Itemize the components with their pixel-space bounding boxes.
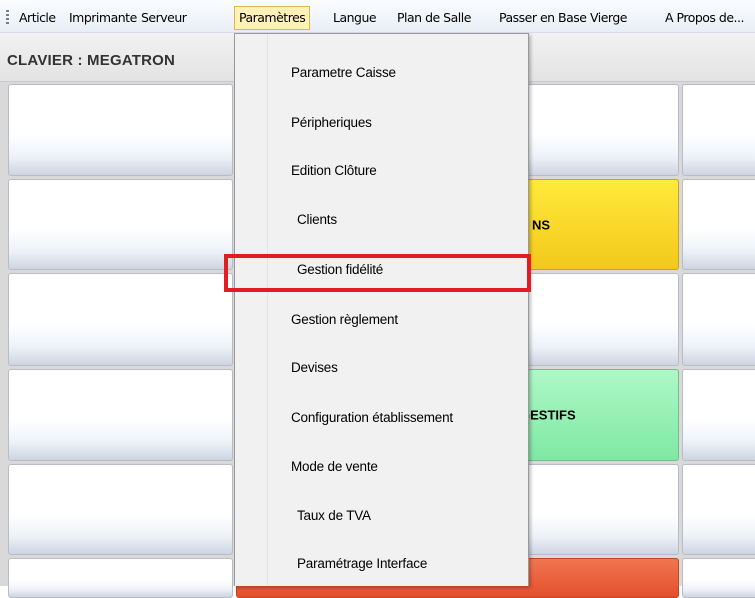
menu-item-parametre-caisse[interactable]: Parametre Caisse <box>291 62 396 84</box>
menu-parametres[interactable]: Paramètres <box>234 6 311 30</box>
keyboard-key[interactable] <box>8 369 233 461</box>
menu-plan-de-salle[interactable]: Plan de Salle <box>394 9 474 27</box>
keyboard-key[interactable] <box>682 179 755 270</box>
menu-imprimante[interactable]: Imprimante <box>66 9 140 27</box>
menu-item-gestion-reglement[interactable]: Gestion règlement <box>291 309 398 331</box>
keyboard-key[interactable] <box>8 464 233 555</box>
menu-item-configuration-etablissement[interactable]: Configuration établissement <box>291 407 453 429</box>
keyboard-key[interactable] <box>682 273 755 366</box>
menu-serveur[interactable]: Serveur <box>138 9 189 27</box>
grip-handle-icon[interactable] <box>6 10 9 24</box>
menu-item-clients[interactable]: Clients <box>297 209 337 231</box>
menu-langue[interactable]: Langue <box>330 9 379 27</box>
menu-item-edition-cloture[interactable]: Edition Clôture <box>291 160 377 182</box>
menu-icon-strip <box>235 34 268 586</box>
menu-article[interactable]: Article <box>16 9 59 27</box>
menu-item-devises[interactable]: Devises <box>291 357 338 379</box>
keyboard-key[interactable] <box>682 84 755 176</box>
parametres-dropdown-menu: Parametre Caisse Péripheriques Edition C… <box>234 33 529 586</box>
menu-item-taux-de-tva[interactable]: Taux de TVA <box>297 505 371 527</box>
menu-item-parametrage-interface[interactable]: Paramétrage Interface <box>297 553 427 575</box>
menu-item-gestion-fidelite[interactable]: Gestion fidélité <box>297 259 383 281</box>
menu-passer-en-base-vierge[interactable]: Passer en Base Vierge <box>496 9 630 27</box>
keyboard-key[interactable] <box>8 273 233 366</box>
keyboard-key[interactable] <box>682 464 755 555</box>
keyboard-key[interactable] <box>682 369 755 461</box>
menu-bar: Article Imprimante Serveur Paramètres La… <box>0 0 755 33</box>
menu-a-propos[interactable]: A Propos de... <box>662 9 747 27</box>
menu-item-peripheriques[interactable]: Péripheriques <box>291 112 372 134</box>
key-label: NS <box>532 217 551 232</box>
keyboard-key[interactable] <box>8 84 233 176</box>
keyboard-key[interactable] <box>8 179 233 270</box>
keyboard-key[interactable] <box>8 558 233 598</box>
keyboard-key[interactable] <box>682 558 755 598</box>
keyboard-title: CLAVIER : MEGATRON <box>7 52 176 69</box>
menu-item-mode-de-vente[interactable]: Mode de vente <box>291 456 378 478</box>
